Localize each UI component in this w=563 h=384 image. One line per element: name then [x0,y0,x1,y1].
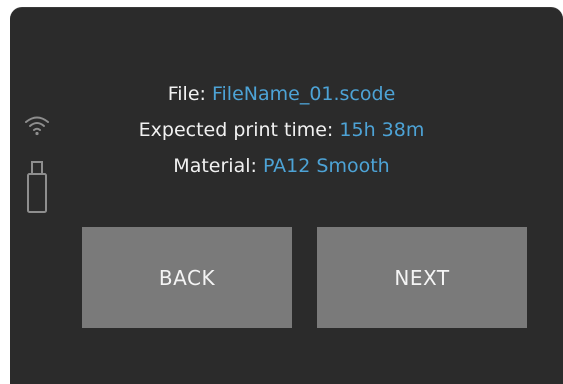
file-name-value: FileName_01.scode [211,83,396,105]
print-time-row: Expected print time: 15h 38m [0,112,563,148]
file-label: File: [167,83,206,105]
printer-display: File: FileName_01.scode Expected print t… [0,0,563,384]
back-button[interactable]: BACK [82,227,292,328]
print-time-value: 15h 38m [339,119,425,141]
material-label: Material: [173,155,257,177]
print-time-label: Expected print time: [138,119,334,141]
material-value: PA12 Smooth [262,155,390,177]
next-button[interactable]: NEXT [317,227,527,328]
file-row: File: FileName_01.scode [0,76,563,112]
material-row: Material: PA12 Smooth [0,148,563,184]
print-summary: File: FileName_01.scode Expected print t… [0,76,563,184]
